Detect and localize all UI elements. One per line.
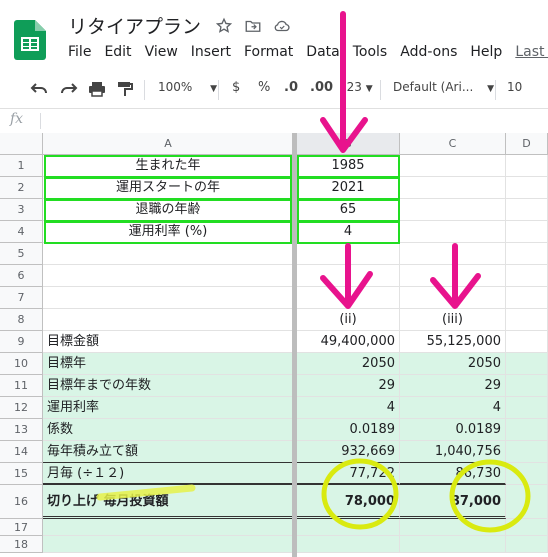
annotation-circle-b (321, 458, 399, 530)
annotation-highlight (96, 484, 196, 501)
annotation-arrow-c (430, 243, 481, 309)
annotation-circle-c (449, 459, 531, 533)
annotation-overlay (96, 11, 531, 533)
annotation-arrow-top (320, 11, 368, 153)
annotation-arrow-b (320, 243, 373, 309)
